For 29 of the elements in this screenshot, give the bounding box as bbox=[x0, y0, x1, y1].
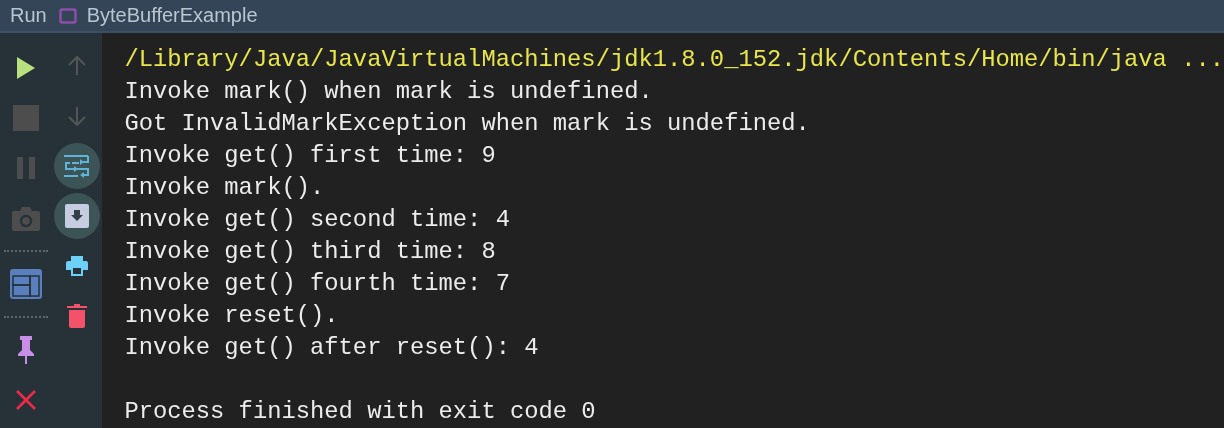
print-icon bbox=[65, 256, 88, 276]
console-line: Invoke get() second time: 4 bbox=[124, 205, 511, 235]
console-line: Invoke get() first time: 9 bbox=[124, 141, 497, 171]
camera-icon bbox=[11, 205, 40, 231]
layout-icon bbox=[9, 269, 42, 299]
console-line: Invoke get() after reset(): 4 bbox=[124, 333, 540, 363]
stop-icon bbox=[12, 105, 39, 131]
trash-icon bbox=[66, 304, 87, 328]
soft-wrap-button[interactable] bbox=[53, 143, 100, 189]
config-title[interactable]: ByteBufferExample bbox=[86, 4, 258, 27]
panel-label: Run bbox=[10, 4, 47, 27]
scroll-to-end-icon bbox=[64, 204, 89, 228]
console-line: Invoke mark() when mark is undefined. bbox=[124, 77, 654, 107]
up-arrow-icon bbox=[66, 56, 87, 76]
down-arrow-icon bbox=[66, 106, 87, 126]
pause-icon bbox=[16, 157, 35, 179]
console-line: Invoke mark(). bbox=[124, 173, 326, 203]
console-line: Got InvalidMarkException when mark is undefined. bbox=[124, 109, 811, 139]
console-line: Invoke get() third time: 8 bbox=[124, 237, 497, 267]
console-line: Invoke get() fourth time: 7 bbox=[124, 269, 511, 299]
run-icon bbox=[15, 56, 36, 80]
scroll-to-end-button[interactable] bbox=[53, 193, 100, 239]
soft-wrap-icon bbox=[63, 154, 90, 178]
console-line: Invoke reset(). bbox=[124, 301, 340, 331]
close-icon bbox=[15, 390, 36, 410]
console-line: /Library/Java/JavaVirtualMachines/jdk1.8.0_152.jdk/Contents/Home/bin/java ... bbox=[124, 45, 1224, 75]
window-icon bbox=[58, 7, 77, 24]
console-line: Process finished with exit code 0 bbox=[124, 397, 597, 427]
pin-icon bbox=[16, 336, 35, 364]
